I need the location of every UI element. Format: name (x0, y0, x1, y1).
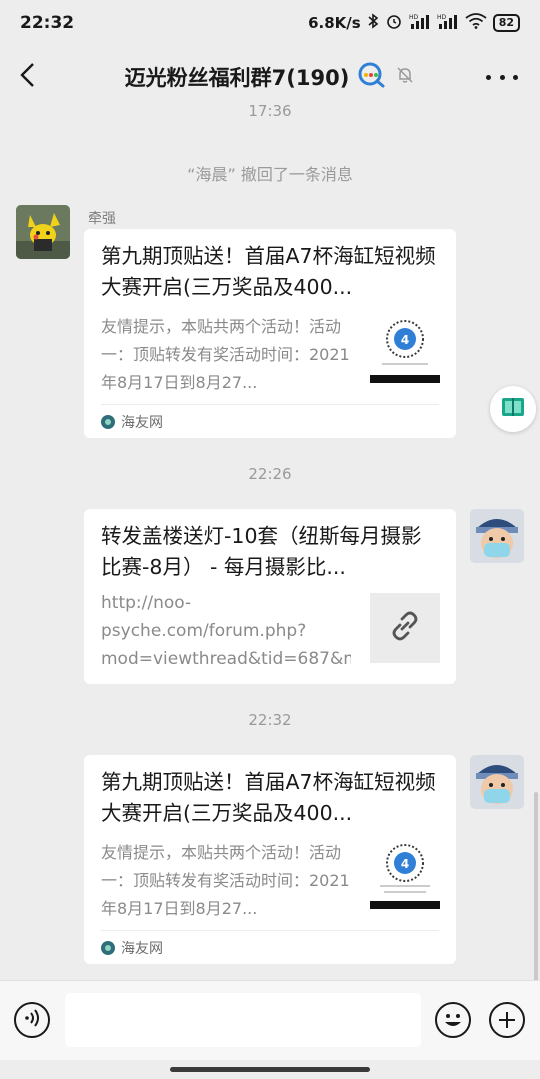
signal-icon-2: HD (437, 13, 459, 33)
scrollbar[interactable] (534, 792, 538, 982)
card-title: 第九期顶贴送！首届A7杯海缸短视频大赛开启(三万奖品及400... (101, 244, 436, 299)
card-description: 友情提示，本贴共两个活动！活动一：顶贴转发有奖活动时间：2021年8月17日到8… (101, 843, 350, 918)
more-options-button[interactable] (486, 64, 518, 90)
input-bar (0, 980, 540, 1060)
chat-header: 迈光粉丝福利群7(190) (0, 46, 540, 108)
avatar[interactable] (16, 205, 70, 259)
card-source: 海友网 (121, 940, 163, 957)
link-icon (388, 609, 422, 647)
chat-title[interactable]: 迈光粉丝福利群7(190) (125, 62, 350, 92)
card-footer: 海友网 (101, 930, 439, 964)
status-bar: 22:32 6.8K/s HD HD 82 (0, 0, 540, 46)
home-indicator (170, 1067, 370, 1072)
link-card-message[interactable]: 第九期顶贴送！首届A7杯海缸短视频大赛开启(三万奖品及400... 友情提示，本… (84, 229, 456, 438)
timestamp: 17:36 (248, 102, 292, 120)
signal1-label: HD (409, 14, 419, 21)
message-input[interactable] (65, 993, 421, 1047)
svg-text:4: 4 (401, 333, 409, 347)
voice-icon (22, 1008, 42, 1032)
chat-title-group: 迈光粉丝福利群7(190) (0, 46, 540, 108)
sender-name: 牵强 (88, 211, 116, 227)
source-logo-icon (101, 414, 115, 429)
card-source: 海友网 (121, 414, 163, 431)
card-description: 友情提示，本贴共两个活动！活动一：顶贴转发有奖活动时间：2021年8月17日到8… (101, 317, 350, 392)
more-dots-icon (486, 74, 491, 80)
floating-mini-program-button[interactable] (490, 386, 536, 432)
recall-notice: “海晨” 撤回了一条消息 (187, 165, 353, 184)
plus-button[interactable] (489, 1002, 525, 1038)
card-thumbnail: 4 (370, 313, 440, 383)
voice-button[interactable] (14, 1002, 50, 1038)
bell-muted-icon (395, 65, 415, 89)
signal2-label: HD (437, 14, 447, 21)
chevron-left-icon (19, 62, 35, 92)
wifi-icon (465, 13, 487, 33)
avatar[interactable] (470, 755, 524, 809)
card-thumbnail: 4 (370, 839, 440, 909)
back-button[interactable] (10, 57, 44, 97)
avatar[interactable] (470, 509, 524, 563)
status-icons: 6.8K/s HD HD 82 (308, 12, 520, 34)
card-thumbnail (370, 593, 440, 663)
smile-icon (437, 1014, 469, 1040)
timestamp: 22:32 (248, 711, 292, 729)
alarm-icon (385, 12, 403, 34)
source-logo-icon (101, 940, 115, 955)
signal-icon-1: HD (409, 13, 431, 33)
emoji-button[interactable] (435, 1002, 471, 1038)
search-chat-icon[interactable] (357, 61, 387, 93)
book-icon (500, 394, 526, 424)
svg-text:4: 4 (401, 857, 409, 871)
link-card-message[interactable]: 转发盖楼送灯-10套（纽斯每月摄影比赛-8月） - 每月摄影比... http:… (84, 509, 456, 684)
card-title: 转发盖楼送灯-10套（纽斯每月摄影比赛-8月） - 每月摄影比... (101, 524, 422, 579)
network-speed: 6.8K/s (308, 14, 361, 32)
bluetooth-icon (367, 13, 379, 33)
link-card-message[interactable]: 第九期顶贴送！首届A7杯海缸短视频大赛开启(三万奖品及400... 友情提示，本… (84, 755, 456, 964)
timestamp: 22:26 (248, 465, 292, 483)
battery-indicator: 82 (492, 14, 520, 32)
status-time: 22:32 (20, 13, 75, 33)
card-title: 第九期顶贴送！首届A7杯海缸短视频大赛开启(三万奖品及400... (101, 770, 436, 825)
card-footer: 海友网 (101, 404, 439, 438)
card-url: http://noo-psyche.com/forum.php?mod=view… (101, 593, 351, 669)
